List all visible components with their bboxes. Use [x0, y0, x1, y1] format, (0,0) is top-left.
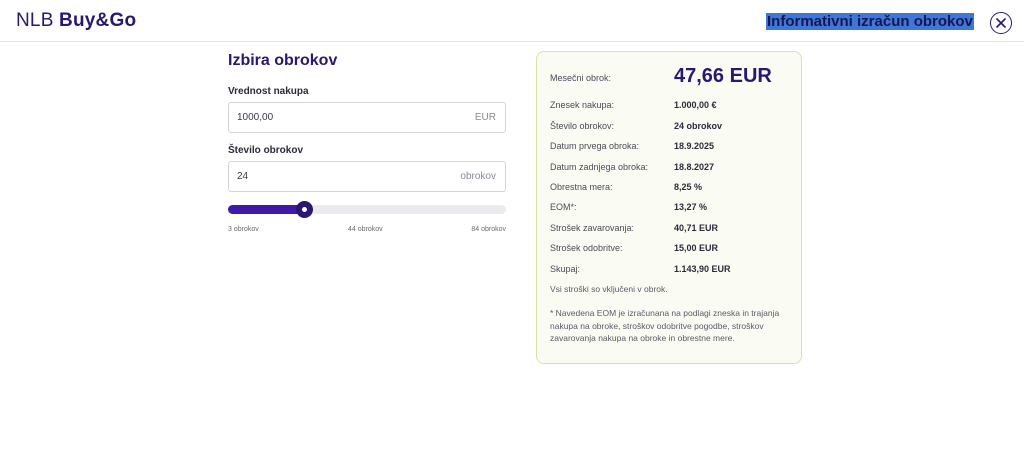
slider-thumb[interactable] [296, 201, 313, 218]
summary-card: Mesečni obrok: 47,66 EUR Znesek nakupa: 1… [536, 51, 802, 364]
installments-input[interactable]: 24 obrokov [228, 161, 506, 192]
summary-row-value: 13,27 % [674, 202, 708, 212]
summary-row-label: Znesek nakupa: [550, 100, 615, 110]
slider-thumb-dot [302, 207, 307, 212]
summary-row-label: Datum prvega obroka: [550, 141, 640, 151]
logo-text-buygo: Buy&Go [59, 10, 137, 31]
summary-row-value: 40,71 EUR [674, 223, 719, 233]
costs-included-note: Vsi stroški so vključeni v obrok. [550, 284, 668, 294]
summary-row-label: Datum zadnjega obroka: [550, 162, 649, 172]
slider-mid-label: 44 obrokov [348, 226, 383, 233]
slider-min-label: 3 obrokov [228, 226, 259, 233]
summary-row-value: 1.143,90 EUR [674, 264, 731, 274]
close-icon [996, 18, 1006, 28]
summary-row-value: 8,25 % [674, 182, 703, 192]
close-button[interactable] [990, 12, 1012, 34]
top-bar: NLB Buy&Go Informativni izračun obrokov [0, 0, 1024, 42]
summary-row-value: 18.8.2027 [674, 162, 715, 172]
slider-max-label: 84 obrokov [471, 226, 506, 233]
summary-row-label: Strošek zavarovanja: [550, 223, 635, 233]
slider-fill [228, 205, 304, 214]
summary-row-value: 18.9.2025 [674, 141, 715, 151]
summary-row-value: 15,00 EUR [674, 243, 719, 253]
summary-row-label: Število obrokov: [550, 121, 615, 131]
installments-slider[interactable] [228, 201, 506, 218]
summary-row-label: Strošek odobritve: [550, 243, 623, 253]
summary-row-value: 1.000,00 € [674, 100, 717, 110]
installments-value: 24 [237, 171, 249, 182]
amount-input[interactable]: 1000,00 EUR [228, 102, 506, 133]
amount-value: 1000,00 [237, 112, 274, 123]
monthly-payment-value: 47,66 EUR [674, 65, 772, 87]
eom-footnote: * Navedena EOM je izračunana na podlagi … [550, 308, 780, 343]
summary-row-label: EOM*: [550, 202, 577, 212]
page-title: Informativni izračun obrokov [766, 13, 974, 30]
installments-unit: obrokov [460, 171, 496, 182]
summary-row-label: Skupaj: [550, 264, 581, 274]
summary-row-value: 24 obrokov [674, 121, 723, 131]
summary-row-label: Obrestna mera: [550, 182, 613, 192]
amount-label: Vrednost nakupa [228, 86, 309, 97]
slider-labels: 3 obrokov 44 obrokov 84 obrokov [228, 226, 506, 236]
installments-label: Število obrokov [228, 145, 304, 156]
amount-unit: EUR [474, 112, 496, 123]
form-title: Izbira obrokov [228, 52, 338, 69]
monthly-payment-label: Mesečni obrok: [550, 73, 612, 83]
logo-text-nlb: NLB [16, 10, 54, 31]
nlb-buy-go-logo[interactable]: NLB Buy&Go [16, 10, 136, 32]
installment-form: Izbira obrokov Vrednost nakupa 1000,00 E… [228, 52, 508, 233]
